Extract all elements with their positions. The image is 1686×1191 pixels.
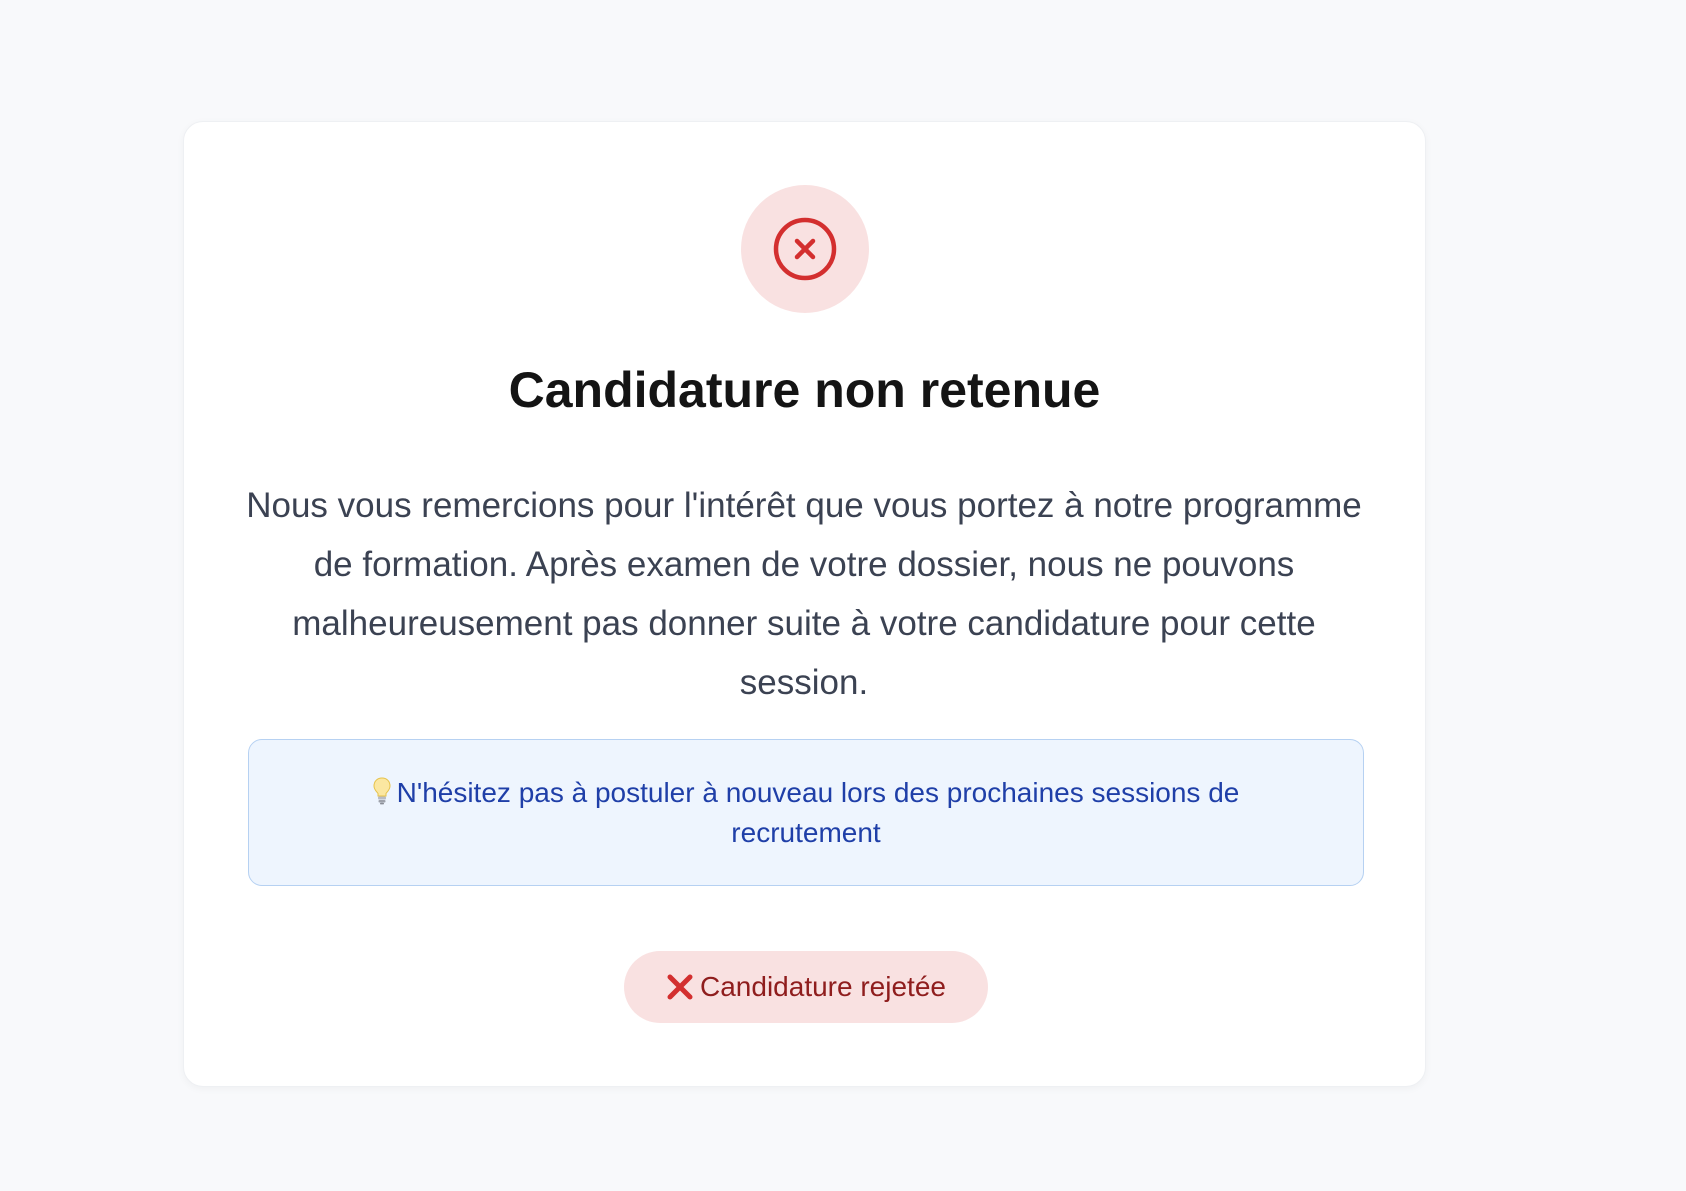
- info-notice-content: N'hésitez pas à postuler à nouveau lors …: [329, 773, 1283, 853]
- lightbulb-icon: [373, 776, 391, 804]
- cross-mark-icon: [667, 974, 693, 1000]
- x-circle-icon: [773, 217, 837, 281]
- status-badge-label: Candidature rejetée: [700, 971, 946, 1002]
- status-badge: Candidature rejetée: [624, 951, 988, 1023]
- info-notice: N'hésitez pas à postuler à nouveau lors …: [248, 739, 1364, 886]
- rejection-message: Nous vous remercions pour l'intérêt que …: [246, 486, 1362, 702]
- page-title: Candidature non retenue: [508, 362, 1101, 418]
- status-icon-container: [741, 185, 869, 313]
- rejection-card: Candidature non retenue Nous vous remerc…: [183, 121, 1426, 1087]
- info-notice-text: N'hésitez pas à postuler à nouveau lors …: [396, 776, 1240, 848]
